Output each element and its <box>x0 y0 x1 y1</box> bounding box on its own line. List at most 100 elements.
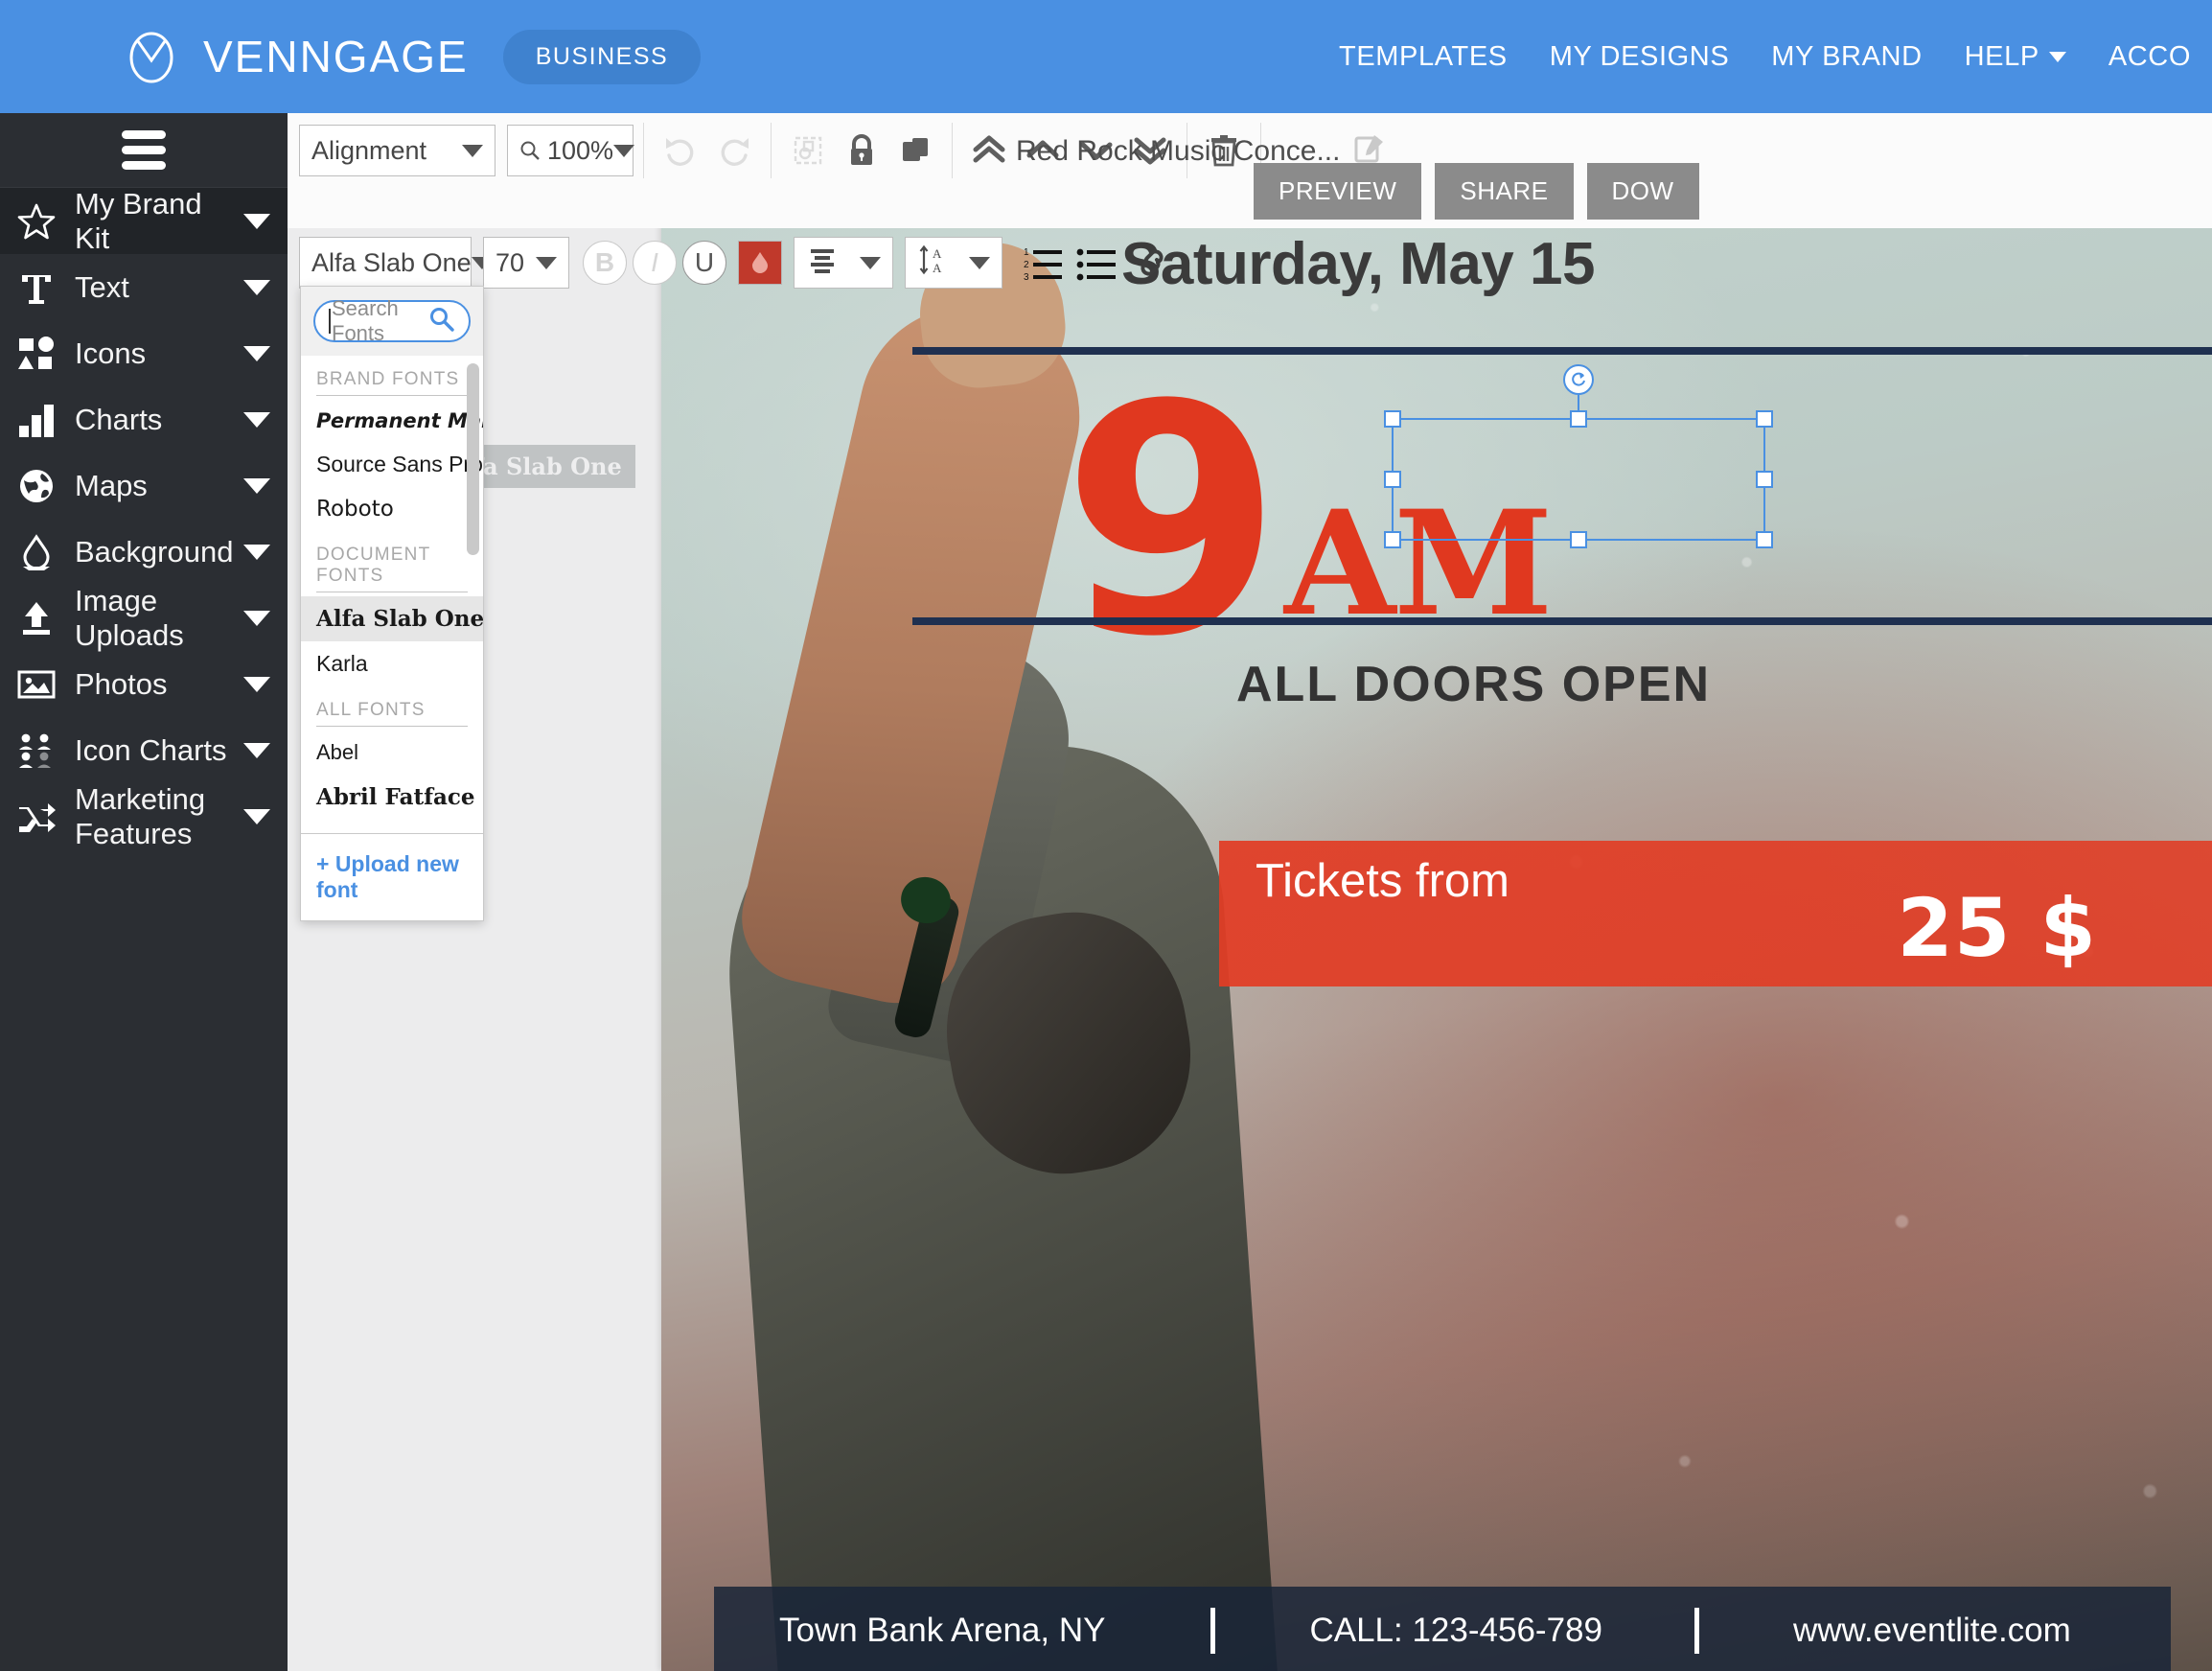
lock-icon[interactable] <box>835 124 888 177</box>
font-list-scrollbar[interactable] <box>467 363 479 555</box>
footer-venue[interactable]: Town Bank Arena, NY <box>779 1612 1105 1650</box>
sidebar-item-photos[interactable]: Photos <box>0 651 288 717</box>
nav-account[interactable]: ACCO <box>2087 41 2212 73</box>
svg-text:2: 2 <box>1024 260 1029 270</box>
download-button[interactable]: DOW <box>1586 163 1699 220</box>
resize-handle-bottom-left[interactable] <box>1384 531 1401 548</box>
footer-phone[interactable]: CALL: 123-456-789 <box>1309 1612 1602 1650</box>
link-icon[interactable] <box>1125 236 1179 290</box>
text-align-dropdown[interactable] <box>794 237 893 289</box>
chevron-down-icon <box>969 256 990 269</box>
font-search-input[interactable]: Search Fonts <box>313 296 471 345</box>
people-chart-icon <box>13 728 59 774</box>
undo-icon[interactable] <box>654 124 707 177</box>
bullet-list-icon[interactable] <box>1071 236 1125 290</box>
document-action-buttons: PREVIEW SHARE DOW <box>1254 163 1713 220</box>
font-option-roboto[interactable]: Roboto <box>301 487 483 531</box>
rotate-handle-icon[interactable] <box>1563 364 1594 395</box>
font-size-dropdown[interactable]: 70 <box>483 237 569 289</box>
hamburger-menu-icon <box>122 124 166 176</box>
sidebar-item-maps[interactable]: Maps <box>0 453 288 519</box>
sidebar-item-icons[interactable]: Icons <box>0 320 288 386</box>
font-option-abril-fatface[interactable]: Abril Fatface <box>301 775 483 820</box>
resize-handle-top-left[interactable] <box>1384 410 1401 428</box>
brand-name: VENNGAGE <box>203 32 469 81</box>
bring-to-front-icon[interactable] <box>962 124 1016 177</box>
text-color-icon[interactable] <box>738 241 782 285</box>
sidebar-toggle[interactable] <box>0 113 288 188</box>
footer-website[interactable]: www.eventlite.com <box>1793 1612 2071 1650</box>
text-cursor <box>329 309 331 334</box>
underline-button[interactable]: U <box>682 241 726 285</box>
resize-handle-top-center[interactable] <box>1570 410 1587 428</box>
chevron-down-icon <box>462 144 483 157</box>
zoom-dropdown[interactable]: 100% <box>507 125 635 176</box>
font-option-abel[interactable]: Abel <box>301 731 483 775</box>
design-canvas[interactable]: Saturday, May 15 9 AM ALL DOORS OPEN Tic… <box>661 173 2212 1671</box>
left-sidebar: My Brand Kit Text Icons Charts Maps Back… <box>0 113 288 1671</box>
tickets-price-box[interactable]: Tickets from 25 $ <box>1219 841 2212 986</box>
upload-new-font-link[interactable]: + Upload new font <box>301 833 483 920</box>
sidebar-item-background[interactable]: Background <box>0 519 288 585</box>
text-align-icon <box>806 245 839 281</box>
event-hour-text[interactable]: 9 <box>1062 363 1282 679</box>
chevron-down-icon <box>243 676 270 692</box>
font-option-aldrich[interactable]: Aldrich <box>301 820 483 833</box>
chevron-down-icon <box>243 610 270 626</box>
divider <box>316 726 468 727</box>
sidebar-item-icon-charts[interactable]: Icon Charts <box>0 717 288 783</box>
resize-handle-bottom-center[interactable] <box>1570 531 1587 548</box>
nav-my-designs[interactable]: MY DESIGNS <box>1529 41 1751 73</box>
resize-handle-middle-right[interactable] <box>1756 471 1773 488</box>
chevron-down-icon <box>243 742 270 758</box>
footer-divider-1 <box>1210 1608 1216 1654</box>
font-list[interactable]: BRAND FONTS Permanent Marker Source Sans… <box>301 356 483 833</box>
chevron-down-icon <box>2048 52 2066 63</box>
font-search-placeholder: Search Fonts <box>332 296 399 345</box>
chevron-down-icon <box>536 256 557 269</box>
font-family-panel: Search Fonts BRAND FONTS Permanent Marke… <box>300 286 484 921</box>
chevron-down-icon <box>243 477 270 494</box>
italic-button[interactable]: I <box>633 241 677 285</box>
svg-text:3: 3 <box>1024 272 1029 282</box>
alignment-dropdown[interactable]: Alignment <box>299 125 495 176</box>
sidebar-item-marketing-features[interactable]: Marketing Features <box>0 782 288 850</box>
sidebar-item-text[interactable]: Text <box>0 254 288 320</box>
nav-templates[interactable]: TEMPLATES <box>1318 41 1529 73</box>
font-family-dropdown[interactable]: Alfa Slab One <box>299 237 493 289</box>
sidebar-item-charts[interactable]: Charts <box>0 386 288 453</box>
crop-icon[interactable] <box>781 124 835 177</box>
plan-badge[interactable]: BUSINESS <box>502 29 702 84</box>
sidebar-item-image-uploads[interactable]: Image Uploads <box>0 584 288 652</box>
footer-divider-2 <box>1694 1608 1699 1654</box>
resize-handle-bottom-right[interactable] <box>1756 531 1773 548</box>
sidebar-item-my-brand-kit[interactable]: My Brand Kit <box>0 187 288 255</box>
top-navigation-bar: VENNGAGE BUSINESS TEMPLATES MY DESIGNS M… <box>0 0 2212 113</box>
droplet-icon <box>13 529 59 575</box>
event-date-text[interactable]: Saturday, May 15 <box>1121 230 1595 298</box>
selection-bounding-box[interactable] <box>1384 364 1773 548</box>
resize-handle-middle-left[interactable] <box>1384 471 1401 488</box>
bold-button[interactable]: B <box>583 241 627 285</box>
font-option-source-sans-pro[interactable]: Source Sans Pro <box>301 442 483 487</box>
nav-my-brand[interactable]: MY BRAND <box>1750 41 1943 73</box>
sidebar-item-label: Photos <box>75 666 168 701</box>
font-option-karla[interactable]: Karla <box>301 641 483 686</box>
line-height-dropdown[interactable]: AA <box>905 237 1002 289</box>
share-button[interactable]: SHARE <box>1435 163 1574 220</box>
brand-logo[interactable]: VENNGAGE <box>123 28 469 85</box>
redo-icon[interactable] <box>707 124 761 177</box>
globe-icon <box>13 463 59 509</box>
font-option-permanent-marker[interactable]: Permanent Marker <box>301 400 483 442</box>
sidebar-item-label: Charts <box>75 402 163 436</box>
doors-open-text[interactable]: ALL DOORS OPEN <box>1236 656 1711 713</box>
search-icon[interactable] <box>428 306 455 337</box>
font-option-alfa-slab-one-document[interactable]: Alfa Slab One <box>301 596 483 641</box>
preview-button[interactable]: PREVIEW <box>1254 163 1422 220</box>
upload-icon <box>13 595 59 641</box>
venngage-logo-icon <box>123 28 180 85</box>
numbered-list-icon[interactable]: 1 2 3 <box>1018 236 1071 290</box>
nav-help[interactable]: HELP <box>1944 41 2087 73</box>
duplicate-icon[interactable] <box>888 124 942 177</box>
resize-handle-top-right[interactable] <box>1756 410 1773 428</box>
